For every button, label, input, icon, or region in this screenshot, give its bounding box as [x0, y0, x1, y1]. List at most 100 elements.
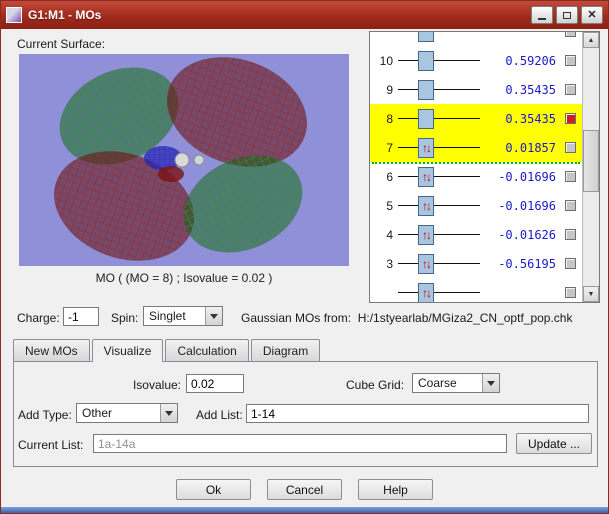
tab-calculation[interactable]: Calculation — [165, 339, 249, 361]
close-button[interactable]: ✕ — [581, 6, 603, 24]
tab-visualize[interactable]: Visualize — [91, 339, 164, 362]
mo-checkbox[interactable] — [565, 55, 576, 66]
orbital-box[interactable]: ↑↓ — [418, 195, 434, 216]
orbital-box[interactable] — [418, 50, 434, 71]
level-line — [434, 60, 480, 61]
mo-energy: -0.01696 — [498, 169, 556, 184]
app-icon — [6, 7, 22, 23]
mo-checkbox[interactable] — [565, 142, 576, 153]
mo-row[interactable]: ↑↓ — [370, 278, 582, 302]
level-line — [398, 89, 418, 90]
charge-label: Charge: — [17, 311, 60, 325]
scrollbar-down-button[interactable]: ▼ — [583, 286, 599, 302]
ok-button[interactable]: Ok — [176, 479, 251, 500]
add-type-select[interactable]: Other — [76, 403, 178, 423]
level-line — [434, 89, 480, 90]
mo-checkbox[interactable] — [565, 84, 576, 95]
mo-energy: 0.35435 — [505, 111, 556, 126]
mo-checkbox[interactable] — [565, 200, 576, 211]
restore-icon — [563, 11, 571, 19]
close-icon: ✕ — [587, 8, 597, 21]
mo-energy: -0.01626 — [498, 227, 556, 242]
orbital-box[interactable]: ↑↓ — [418, 224, 434, 245]
electron-pair-icon: ↑↓ — [422, 285, 432, 300]
mo-energy: -0.56195 — [498, 256, 556, 271]
mo-number: 7 — [386, 140, 393, 155]
add-list-input[interactable] — [246, 404, 589, 423]
spin-select[interactable]: Singlet — [143, 306, 223, 326]
tab-new-mos[interactable]: New MOs — [13, 339, 90, 361]
chevron-down-icon — [160, 404, 177, 422]
mo-number: 8 — [386, 111, 393, 126]
mo-row[interactable]: 5 ↑↓ -0.01696 — [370, 191, 582, 220]
mo-surface-viewport[interactable] — [19, 54, 349, 266]
mo-source-path: H:/1styearlab/MGiza2_CN_optf_pop.chk — [357, 311, 573, 325]
action-buttons: Ok Cancel Help — [1, 479, 608, 500]
mo-number: 9 — [386, 82, 393, 97]
scrollbar-thumb[interactable] — [583, 130, 599, 192]
tab-diagram[interactable]: Diagram — [250, 339, 321, 361]
mo-checkbox[interactable] — [565, 32, 576, 37]
mo-source: Gaussian MOs from: H:/1styearlab/MGiza2_… — [241, 311, 572, 325]
mo-list-scrollbar[interactable]: ▲ ▼ — [582, 32, 599, 302]
mo-row-selected[interactable]: 8 0.35435 — [370, 104, 582, 133]
mo-number: 10 — [379, 53, 393, 68]
mo-row[interactable]: 6 ↑↓ -0.01696 — [370, 162, 582, 191]
help-button[interactable]: Help — [358, 479, 433, 500]
electron-pair-icon: ↑↓ — [422, 227, 432, 242]
orbital-box[interactable]: ↑↓ — [418, 253, 434, 274]
scrollbar-up-button[interactable]: ▲ — [583, 32, 599, 48]
cancel-button[interactable]: Cancel — [267, 479, 342, 500]
level-line — [434, 292, 480, 293]
level-line — [434, 234, 480, 235]
orbital-box[interactable]: ↑↓ — [418, 137, 434, 158]
orbital-box[interactable] — [418, 79, 434, 100]
orbital-box[interactable] — [418, 108, 434, 129]
mo-checkbox-selected[interactable] — [565, 113, 576, 124]
cube-grid-select[interactable]: Coarse — [412, 373, 500, 393]
level-line — [398, 60, 418, 61]
mo-energy: 0.01857 — [505, 140, 556, 155]
mo-checkbox[interactable] — [565, 229, 576, 240]
add-type-label: Add Type: — [18, 408, 72, 422]
mo-row[interactable]: 4 ↑↓ -0.01626 — [370, 220, 582, 249]
mo-row[interactable]: 9 0.35435 — [370, 75, 582, 104]
level-line — [434, 263, 480, 264]
cube-grid-value: Coarse — [418, 376, 457, 390]
level-line — [398, 205, 418, 206]
homo-lumo-separator — [372, 162, 580, 164]
surface-caption: MO ( (MO = 8) ; Isovalue = 0.02 ) — [95, 271, 273, 285]
current-list-input[interactable] — [93, 434, 507, 453]
minimize-button[interactable] — [531, 6, 553, 24]
add-list-label: Add List: — [196, 408, 243, 422]
charge-input[interactable] — [63, 307, 99, 326]
level-line — [434, 147, 480, 148]
mo-checkbox[interactable] — [565, 287, 576, 298]
orbital-box[interactable] — [418, 32, 434, 42]
orbital-box[interactable]: ↑↓ — [418, 166, 434, 187]
level-line — [398, 118, 418, 119]
mo-checkbox[interactable] — [565, 258, 576, 269]
spin-value: Singlet — [149, 309, 186, 323]
mo-energy: 0.35435 — [505, 82, 556, 97]
electron-pair-icon: ↑↓ — [422, 256, 432, 271]
scrollbar-down-icon: ▼ — [587, 290, 595, 298]
mo-row[interactable]: 10 0.59206 — [370, 46, 582, 75]
mo-list-panel: 10 0.59206 9 0.35435 8 0.35435 7 ↑↓ 0.01… — [369, 31, 600, 303]
mo-row[interactable] — [370, 32, 582, 46]
mo-row-selected[interactable]: 7 ↑↓ 0.01857 — [370, 133, 582, 162]
title-bar[interactable]: G1:M1 - MOs ✕ — [1, 1, 608, 29]
mo-row[interactable]: 3 ↑↓ -0.56195 — [370, 249, 582, 278]
mo-number: 5 — [386, 198, 393, 213]
update-button[interactable]: Update ... — [516, 433, 592, 454]
level-line — [434, 118, 480, 119]
visualize-tab-panel: Isovalue: Cube Grid: Coarse Add Type: Ot… — [13, 361, 598, 467]
isovalue-input[interactable] — [186, 374, 244, 393]
restore-button[interactable] — [556, 6, 578, 24]
level-line — [398, 176, 418, 177]
mo-number: 6 — [386, 169, 393, 184]
mo-checkbox[interactable] — [565, 171, 576, 182]
orbital-box[interactable]: ↑↓ — [418, 282, 434, 302]
window-bottom-edge — [1, 507, 608, 513]
mo-list: 10 0.59206 9 0.35435 8 0.35435 7 ↑↓ 0.01… — [370, 32, 582, 302]
